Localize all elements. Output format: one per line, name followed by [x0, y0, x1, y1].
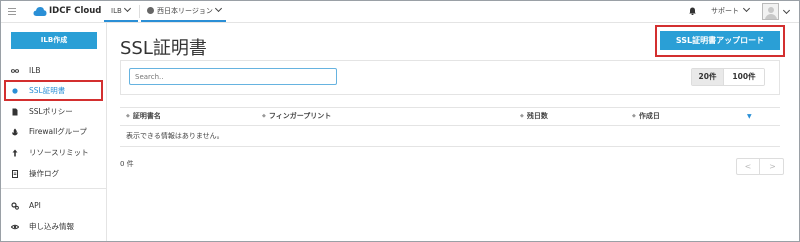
logo-text: IDCF Cloud — [49, 6, 102, 16]
arrow-icon — [12, 149, 18, 157]
sidebar-item-label: リソースリミット — [29, 148, 89, 157]
sidebar-item-label: SSLポリシー — [29, 107, 73, 116]
page-size-100-option[interactable]: 100件 — [724, 69, 764, 85]
column-label: フィンガープリント — [268, 112, 332, 120]
column-label: 作成日 — [638, 112, 660, 120]
column-header-created-date[interactable]: ◆ 作成日 — [632, 108, 660, 125]
region-tab[interactable]: 西日本リージョン — [141, 1, 226, 22]
next-page-button[interactable]: > — [761, 159, 784, 174]
sidebar-item-label: 申し込み情報 — [29, 222, 74, 231]
column-label: 残日数 — [526, 112, 548, 120]
record-count: 0 件 — [120, 160, 134, 168]
highlight-box-ssl-nav — [4, 80, 103, 101]
sort-icon: ◆ — [262, 113, 266, 119]
search-input[interactable] — [129, 68, 337, 85]
sidebar-item-operation-log[interactable]: 操作ログ — [1, 164, 107, 184]
column-header-days-remaining[interactable]: ◆ 残日数 — [520, 108, 548, 125]
sidebar: ILB作成 ILB SSL証明書 SSLポリシー Firewallグループ リソ… — [1, 23, 107, 241]
app-window: IDCF Cloud ILB 西日本リージョン サポート ILB作成 ILB S… — [0, 0, 800, 242]
avatar-head — [768, 7, 774, 13]
sidebar-item-firewall-group[interactable]: Firewallグループ — [1, 122, 107, 142]
sidebar-item-api[interactable]: API — [1, 196, 107, 216]
fire-icon — [12, 128, 18, 136]
pagination: < > — [736, 158, 784, 175]
file-icon — [12, 108, 18, 116]
column-label: 証明書名 — [132, 112, 161, 120]
support-menu[interactable]: サポート — [711, 1, 751, 22]
eye-icon — [11, 224, 19, 230]
column-header-fingerprint[interactable]: ◆ フィンガープリント — [262, 108, 331, 125]
sidebar-item-application-info[interactable]: 申し込み情報 — [1, 217, 107, 237]
chevron-down-icon[interactable] — [782, 6, 791, 15]
chevron-down-icon — [214, 4, 222, 13]
sort-desc-icon[interactable]: ▼ — [747, 108, 752, 125]
region-tab-label: 西日本リージョン — [157, 7, 213, 15]
gear-icon — [11, 202, 19, 210]
highlight-box-upload — [655, 25, 785, 57]
sort-icon: ◆ — [520, 113, 524, 119]
avatar[interactable] — [762, 3, 779, 20]
tab-divider — [139, 5, 140, 18]
sidebar-item-ssl-policy[interactable]: SSLポリシー — [1, 102, 107, 122]
sidebar-item-resource-limit[interactable]: リソースリミット — [1, 143, 107, 163]
page-title: SSL証明書 — [120, 38, 207, 59]
document-icon — [12, 170, 18, 178]
service-tab[interactable]: ILB — [104, 1, 138, 22]
sidebar-item-label: Firewallグループ — [29, 127, 87, 136]
globe-icon — [147, 7, 154, 14]
chevron-down-icon — [123, 4, 131, 13]
sort-icon: ◆ — [632, 113, 636, 119]
support-label: サポート — [711, 7, 739, 15]
cloud-logo-icon — [33, 7, 47, 16]
page-size-20-option[interactable]: 20件 — [692, 69, 724, 85]
service-tab-label: ILB — [111, 7, 122, 15]
top-bar: IDCF Cloud ILB 西日本リージョン サポート — [1, 1, 799, 23]
sidebar-item-label: ILB — [29, 66, 41, 75]
sidebar-item-ilb[interactable]: ILB — [1, 61, 107, 81]
ilb-create-button[interactable]: ILB作成 — [11, 32, 97, 49]
chevron-down-icon — [742, 4, 751, 13]
page-size-toggle: 20件 100件 — [691, 68, 765, 86]
table-header: ◆ 証明書名 ◆ フィンガープリント ◆ 残日数 ◆ 作成日 ▼ — [120, 107, 780, 126]
infinity-icon — [11, 69, 19, 73]
bell-icon[interactable] — [689, 7, 696, 15]
sidebar-divider — [1, 188, 107, 189]
sidebar-item-label: API — [29, 201, 41, 210]
avatar-body — [765, 14, 777, 19]
empty-table-message: 表示できる情報はありません。 — [120, 126, 780, 147]
previous-page-button[interactable]: < — [737, 159, 760, 174]
sort-icon: ◆ — [126, 113, 130, 119]
column-header-name[interactable]: ◆ 証明書名 — [126, 108, 161, 125]
hamburger-menu-icon[interactable] — [8, 8, 16, 15]
sidebar-item-label: 操作ログ — [29, 169, 59, 178]
